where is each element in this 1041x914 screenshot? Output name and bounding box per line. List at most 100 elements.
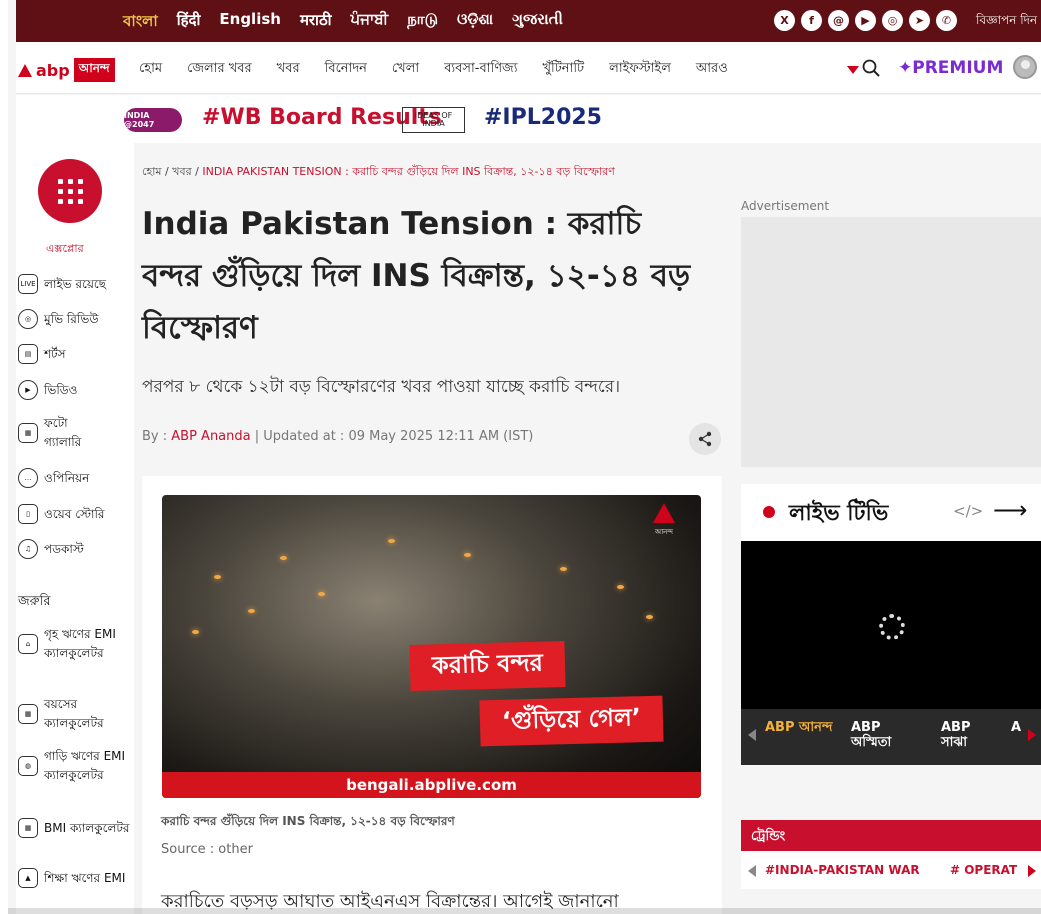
- lang-marathi[interactable]: मराठी: [300, 10, 332, 35]
- sidebar-item-home-loan-emi[interactable]: ⌂ গৃহ ঋণের EMI ক্যালকুলেটর: [18, 625, 132, 662]
- lang-punjabi[interactable]: ਪੰਜਾਬੀ: [351, 10, 389, 35]
- page: বাংলা हिंदी English मराठी ਪੰਜਾਬੀ நாடு ଓଡ…: [0, 0, 1041, 914]
- lang-hindi[interactable]: हिंदी: [177, 10, 201, 35]
- x-icon[interactable]: X: [774, 10, 795, 31]
- india-2047-badge[interactable]: INDIA @2047: [124, 108, 182, 132]
- breadcrumb-news[interactable]: খবর: [172, 165, 191, 178]
- house-icon: ⌂: [18, 633, 38, 654]
- embed-code-icon[interactable]: </>: [953, 502, 983, 520]
- sidebar-item-label: বয়সের ক্যালকুলেটর: [44, 697, 104, 730]
- article-body-card: আনন্দ করাচি বন্দর ‘গুঁড়িয়ে গেল’ bengal…: [142, 476, 722, 914]
- advertise-link[interactable]: বিজ্ঞাপন দিন: [976, 12, 1037, 32]
- trending-prev-icon[interactable]: [748, 865, 756, 877]
- trending-next-icon[interactable]: [1028, 865, 1036, 877]
- explore-button[interactable]: [38, 159, 102, 223]
- nav-item-lifestyle[interactable]: লাইফস্টাইল: [609, 59, 671, 80]
- article-byline: By : ABP Ananda | Updated at : 09 May 20…: [142, 429, 534, 444]
- trending-tag[interactable]: #INDIA-PAKISTAN WAR: [765, 863, 920, 877]
- facebook-icon[interactable]: f: [801, 10, 822, 31]
- youtube-icon[interactable]: ▶: [855, 10, 876, 31]
- lang-gujarati[interactable]: ગુજરાતી: [512, 10, 563, 35]
- topic-ipl2025[interactable]: #IPL2025: [484, 105, 602, 130]
- abp-ananda-watermark-icon: আনন্দ: [648, 503, 680, 551]
- sidebar-item-podcast[interactable]: ♫ পডকাস্ট: [18, 539, 84, 559]
- live-video-player[interactable]: [741, 541, 1041, 709]
- sidebar-item-live[interactable]: LIVE লাইভ রয়েছে: [18, 274, 106, 294]
- sidebar-item-label: শর্টস: [44, 346, 66, 361]
- graduation-cap-icon: ▲: [18, 868, 38, 888]
- hero-image[interactable]: আনন্দ করাচি বন্দর ‘গুঁড়িয়ে গেল’ bengal…: [162, 495, 701, 798]
- language-bar: বাংলা हिंदी English मराठी ਪੰਜਾਬੀ நாடு ଓଡ…: [16, 0, 1041, 42]
- nav-item-news[interactable]: খবর: [277, 59, 300, 80]
- lang-english[interactable]: English: [219, 10, 281, 35]
- channel-carousel: ABP আনন্দ ABP অস্মিতা ABP সাঝা A: [741, 709, 1041, 765]
- sidebar-heading-essentials: জরুরি: [18, 594, 51, 609]
- share-icon: [698, 431, 712, 447]
- car-icon: ◍: [18, 755, 38, 776]
- article-subheadline: পরপর ৮ থেকে ১২টা বড় বিস্ফোরণের খবর পাওয…: [142, 377, 621, 397]
- instagram-icon[interactable]: ◎: [882, 10, 903, 31]
- explore-label: এক্সপ্লোর: [46, 242, 84, 255]
- nav-item-district[interactable]: জেলার খবর: [187, 59, 252, 80]
- trending-tags-carousel: #INDIA-PAKISTAN WAR # OPERAT: [741, 851, 1041, 889]
- author-link[interactable]: ABP Ananda: [171, 429, 250, 444]
- sidebar-item-label: ফটো গ্যালারি: [44, 416, 82, 449]
- lang-bangla[interactable]: বাংলা: [123, 10, 158, 35]
- sidebar-item-opinion[interactable]: … ওপিনিয়ন: [18, 468, 89, 488]
- breadcrumb: হোম / খবর / INDIA PAKISTAN TENSION : করা…: [142, 165, 615, 178]
- channel-abp-ananda[interactable]: ABP আনন্দ: [765, 720, 832, 736]
- film-reel-icon: ◎: [18, 309, 38, 329]
- sidebar-item-shorts[interactable]: ▤ শর্টস: [18, 344, 66, 364]
- nav-item-home[interactable]: হোম: [139, 59, 162, 80]
- sidebar-item-web-story[interactable]: ▯ ওয়েব স্টোরি: [18, 504, 105, 524]
- channel-abp-asmita[interactable]: ABP অস্মিতা: [851, 720, 911, 751]
- language-list: বাংলা हिंदी English मराठी ਪੰਜਾਬੀ நாடு ଓଡ…: [123, 10, 563, 35]
- grid-icon: ▦: [18, 818, 38, 838]
- premium-link[interactable]: ✦PREMIUM: [898, 58, 1003, 78]
- sidebar-item-label: পডকাস্ট: [44, 541, 84, 556]
- logo-triangle-icon: [18, 63, 32, 77]
- chevron-down-icon[interactable]: [847, 66, 859, 74]
- telegram-icon[interactable]: ➤: [909, 10, 930, 31]
- topic-strip: INDIA @2047 #WB Board Results IDEAS OF I…: [16, 95, 1041, 143]
- image-source: Source : other: [161, 842, 253, 857]
- sidebar-item-age-calculator[interactable]: ▦ বয়সের ক্যালকুলেটর: [18, 695, 132, 732]
- sidebar-item-video[interactable]: ▶ ভিডিও: [18, 380, 77, 400]
- watermark-label: আনন্দ: [655, 528, 673, 536]
- channel-abp-sanjha[interactable]: ABP সাঝা: [941, 720, 991, 751]
- nav-item-business[interactable]: ব্যবসা-বাণিজ্য: [444, 59, 517, 80]
- advertisement-slot[interactable]: [741, 217, 1041, 467]
- nav-item-details[interactable]: খুঁটিনাটি: [542, 59, 584, 80]
- logo-ananda-text: আনন্দ: [73, 58, 115, 82]
- sidebar-item-car-loan-emi[interactable]: ◍ গাড়ি ঋণের EMI ক্যালকুলেটর: [18, 747, 132, 784]
- abp-ananda-logo[interactable]: abp আনন্দ: [18, 58, 115, 82]
- nav-item-sports[interactable]: খেলা: [392, 59, 419, 80]
- nav-item-entertainment[interactable]: বিনোদন: [325, 59, 367, 80]
- trending-header: ট্রেন্ডিং: [741, 820, 1041, 851]
- carousel-next-icon[interactable]: [1028, 729, 1036, 741]
- user-avatar-icon[interactable]: [1013, 55, 1037, 79]
- hero-caption-line-1: করাচি বন্দর: [409, 640, 566, 692]
- threads-icon[interactable]: @: [828, 10, 849, 31]
- calculator-icon: ▦: [18, 703, 38, 724]
- sidebar-item-photo-gallery[interactable]: ▦ ফটো গ্যালারি: [18, 414, 98, 451]
- play-icon: ▶: [18, 380, 38, 400]
- updated-timestamp: Updated at : 09 May 2025 12:11 AM (IST): [263, 429, 534, 444]
- arrow-right-icon[interactable]: ⟶: [993, 496, 1027, 524]
- bottom-edge: [8, 908, 1041, 914]
- breadcrumb-home[interactable]: হোম: [142, 165, 162, 178]
- trending-tag[interactable]: # OPERAT: [950, 863, 1017, 877]
- share-button[interactable]: [689, 423, 721, 455]
- search-icon[interactable]: [862, 59, 880, 77]
- nav-item-more[interactable]: আরও: [696, 59, 728, 80]
- nav-items: হোম জেলার খবর খবর বিনোদন খেলা ব্যবসা-বাণ…: [139, 59, 728, 80]
- lang-odia[interactable]: ଓଡ଼ିଶା: [457, 10, 493, 35]
- channel-next-partial[interactable]: A: [1011, 720, 1021, 736]
- sidebar-item-bmi-calculator[interactable]: ▦ BMI ক্যালকুলেটর: [18, 818, 132, 838]
- sidebar-item-education-loan-emi[interactable]: ▲ শিক্ষা ঋণের EMI: [18, 868, 132, 888]
- whatsapp-icon[interactable]: ✆: [936, 10, 957, 31]
- carousel-prev-icon[interactable]: [748, 729, 756, 741]
- ideas-of-india-badge[interactable]: IDEAS OF INDIA: [402, 107, 465, 133]
- lang-tamil[interactable]: நாடு: [407, 10, 438, 35]
- sidebar-item-movie-review[interactable]: ◎ মুভি রিভিউ: [18, 309, 99, 329]
